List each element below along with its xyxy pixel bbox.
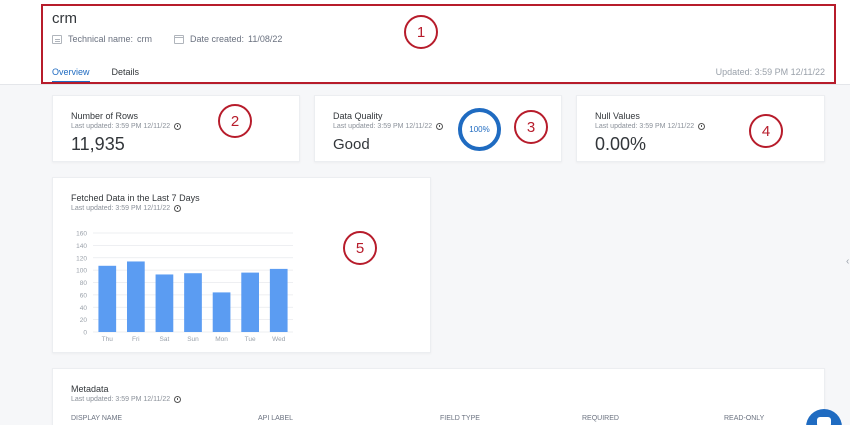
rows-updated: Last updated: 3:59 PM 12/11/22 <box>71 123 182 130</box>
clock-icon[interactable] <box>436 123 444 130</box>
clock-icon[interactable] <box>698 123 706 130</box>
y-tick-label: 120 <box>76 255 87 262</box>
clock-icon[interactable] <box>174 123 182 130</box>
y-tick-label: 0 <box>83 330 87 337</box>
bar-chart: 0 20 40 60 80 100 120 140 160 Thu Fri Sat Sun Mon Tue W… <box>76 231 293 343</box>
x-tick-label: Tue <box>245 336 256 343</box>
quality-value: Good <box>333 136 370 153</box>
x-tick-label: Wed <box>272 336 286 343</box>
bar-sun[interactable] <box>184 273 202 332</box>
clock-icon[interactable] <box>174 396 182 403</box>
scroll-indicator[interactable]: ‹ <box>846 256 849 267</box>
nulls-title: Null Values <box>595 111 640 121</box>
column-field-type[interactable]: FIELD TYPE <box>440 415 480 422</box>
column-required[interactable]: REQUIRED <box>582 415 619 422</box>
x-tick-label: Sat <box>160 336 170 343</box>
bar-wed[interactable] <box>269 268 288 332</box>
y-tick-label: 80 <box>80 280 88 287</box>
x-tick-label: Sun <box>187 336 199 343</box>
annotation-marker-5: 5 <box>343 231 377 265</box>
x-tick-label: Fri <box>132 336 140 343</box>
nulls-updated: Last updated: 3:59 PM 12/11/22 <box>595 123 706 130</box>
quality-updated-text: Last updated: 3:59 PM 12/11/22 <box>333 123 433 130</box>
rows-value: 11,935 <box>71 134 125 154</box>
y-tick-label: 20 <box>80 317 88 324</box>
x-tick-label: Mon <box>215 336 228 343</box>
nulls-updated-text: Last updated: 3:59 PM 12/11/22 <box>595 123 695 130</box>
rows-updated-text: Last updated: 3:59 PM 12/11/22 <box>71 123 171 130</box>
rows-card: Number of Rows Last updated: 3:59 PM 12/… <box>52 95 300 162</box>
chart-card: Fetched Data in the Last 7 Days Last upd… <box>52 177 431 353</box>
annotation-marker-1: 1 <box>404 15 438 49</box>
bar-tue[interactable] <box>241 272 259 332</box>
y-tick-label: 60 <box>80 292 88 299</box>
quality-title: Data Quality <box>333 111 383 121</box>
y-tick-label: 140 <box>76 243 87 250</box>
bar-sat[interactable] <box>155 274 174 332</box>
metadata-title: Metadata <box>71 384 109 394</box>
rows-title: Number of Rows <box>71 111 139 121</box>
y-tick-label: 100 <box>76 268 87 275</box>
x-tick-label: Thu <box>102 336 114 343</box>
metadata-updated: Last updated: 3:59 PM 12/11/22 <box>71 396 182 403</box>
quality-ring: 100% <box>458 108 501 151</box>
column-api-label[interactable]: API LABEL <box>258 415 293 422</box>
bar-fri[interactable] <box>127 261 145 332</box>
annotation-marker-3: 3 <box>514 110 548 144</box>
bar-mon[interactable] <box>212 292 231 332</box>
quality-updated: Last updated: 3:59 PM 12/11/22 <box>333 123 444 130</box>
y-tick-label: 40 <box>80 305 88 312</box>
bar-thu[interactable] <box>98 265 117 332</box>
nulls-card: Null Values Last updated: 3:59 PM 12/11/… <box>576 95 825 162</box>
annotation-marker-4: 4 <box>749 114 783 148</box>
column-read-only[interactable]: READ-ONLY <box>724 415 764 422</box>
column-display-name[interactable]: DISPLAY NAME <box>71 415 122 422</box>
annotation-marker-2: 2 <box>218 104 252 138</box>
metadata-card: Metadata Last updated: 3:59 PM 12/11/22 … <box>52 368 825 425</box>
annotation-box <box>41 4 836 84</box>
nulls-value: 0.00% <box>595 134 647 154</box>
y-tick-label: 160 <box>76 231 87 238</box>
metadata-updated-text: Last updated: 3:59 PM 12/11/22 <box>71 396 171 403</box>
